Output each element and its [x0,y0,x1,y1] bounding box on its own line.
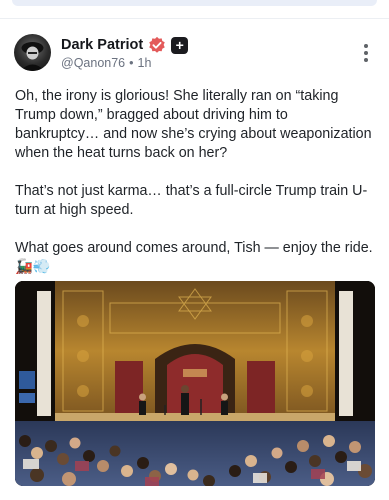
post-header: Dark Patriot + @Qanon76 • 1h [14,34,376,72]
previous-post-card-edge [12,0,377,6]
meta-separator: • [129,56,134,70]
post-paragraph: That’s not just karma… that’s a full-cir… [15,183,368,218]
plus-badge-icon: + [171,36,189,54]
author-name[interactable]: Dark Patriot [61,37,143,53]
dark-hooded-figure-avatar-icon [20,42,45,71]
post-body: Oh, the irony is glorious! She literally… [15,87,375,296]
previous-post-edge [0,0,389,18]
ornate-theater-stage-photo-icon [15,281,375,486]
avatar[interactable] [14,34,51,71]
author-meta: @Qanon76 • 1h [61,56,151,70]
post-paragraph: What goes around comes around, Tish — en… [15,240,373,275]
author-handle[interactable]: @Qanon76 [61,56,125,70]
vertical-ellipsis-icon[interactable] [362,44,370,64]
post-image[interactable] [15,281,375,486]
post-divider [0,18,389,19]
author-name-row: Dark Patriot + [61,35,189,55]
verified-badge-icon [149,36,165,53]
post-time[interactable]: 1h [138,56,152,70]
post-paragraph: Oh, the irony is glorious! She literally… [15,88,372,161]
